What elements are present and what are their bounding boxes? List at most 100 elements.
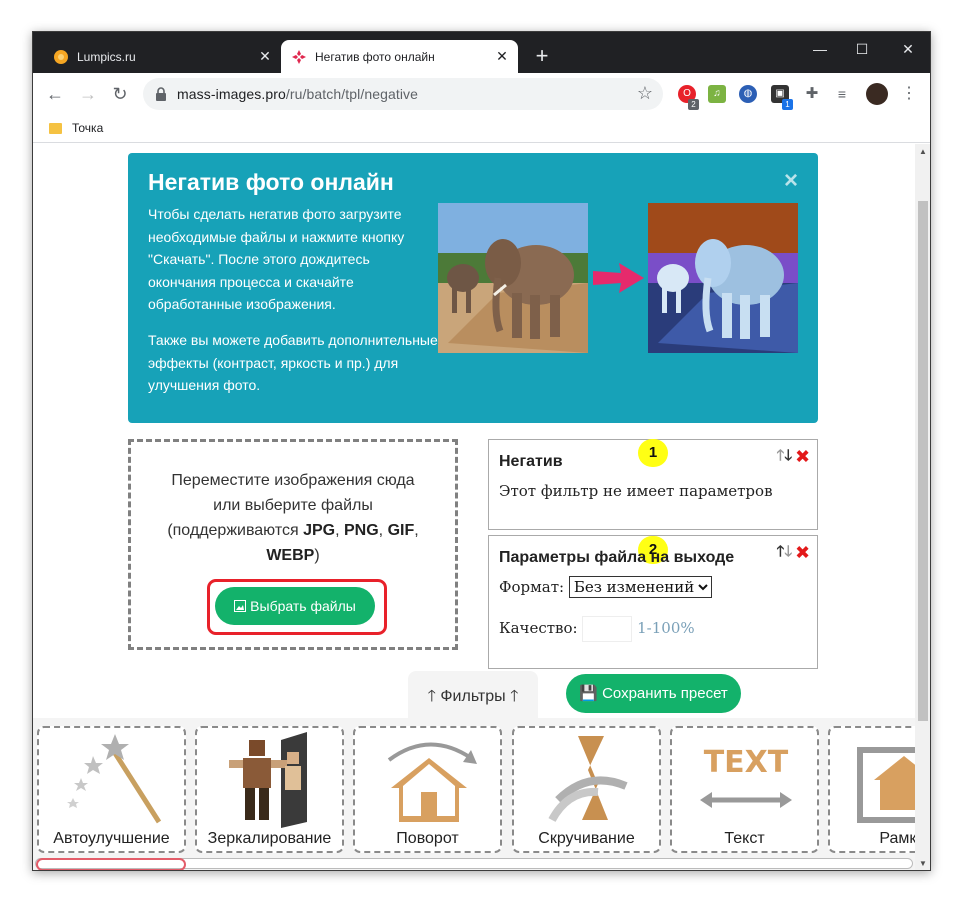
forward-icon[interactable]: →: [76, 82, 100, 106]
arrow-up-icon: 🡑: [427, 688, 436, 705]
media-control-icon[interactable]: ≡: [833, 85, 851, 103]
image-icon: [234, 600, 247, 612]
text-tool-icon: TEXT: [700, 745, 792, 808]
music-extension-icon[interactable]: ♫: [708, 85, 726, 103]
hero-description: Чтобы сделать негатив фото загрузите нео…: [148, 206, 405, 312]
upload-dropzone[interactable]: Переместите изображения сюда или выберит…: [128, 439, 458, 650]
extension-badge: 2: [688, 99, 699, 110]
format-select[interactable]: Без изменений: [568, 576, 712, 598]
close-banner-icon[interactable]: ×: [784, 167, 798, 195]
tab-negative[interactable]: Негатив фото онлайн ✕: [281, 40, 518, 73]
vertical-scrollbar[interactable]: ▲ ▼: [915, 144, 930, 870]
filter-controls: 🡑🡓 ✖: [777, 445, 810, 470]
folder-icon: [49, 122, 62, 134]
tool-autoenhance[interactable]: Автоулучшение: [37, 726, 186, 853]
remove-filter-icon[interactable]: ✖: [796, 447, 809, 464]
extension-badge: 1: [782, 99, 793, 110]
quality-input[interactable]: [582, 616, 633, 642]
filter-card-output: 2 🡑🡓 ✖ Параметры файла на выходе Формат:…: [488, 535, 818, 669]
close-tab-icon[interactable]: ✕: [257, 48, 273, 64]
format-gif: GIF: [387, 522, 415, 539]
bookmarks-bar: Точка: [33, 115, 930, 143]
maximize-icon[interactable]: ☐: [847, 38, 877, 60]
scrollbar-thumb-highlight[interactable]: [36, 858, 186, 870]
avatar[interactable]: [866, 83, 888, 105]
scrollbar-thumb[interactable]: [918, 201, 928, 721]
horizontal-scrollbar[interactable]: [33, 856, 915, 870]
lumpics-favicon-icon: [53, 49, 69, 65]
tool-text[interactable]: TEXT Текст: [670, 726, 819, 853]
format-row: Формат: Без изменений: [499, 576, 712, 598]
floppy-disk-icon: 💾: [579, 685, 598, 702]
formats-suffix: ): [314, 547, 320, 564]
reload-icon[interactable]: ↻: [108, 82, 132, 106]
tool-rotate[interactable]: Поворот: [353, 726, 502, 853]
tool-strip: Автоулучшение Зеркалирование Поворот Скр…: [33, 718, 915, 870]
bookmark-tochka[interactable]: Точка: [49, 121, 103, 135]
step-number: 1: [638, 439, 668, 467]
format-jpg: JPG: [303, 522, 336, 539]
format-png: PNG: [344, 522, 379, 539]
quality-hint: 1-100%: [637, 619, 695, 637]
bookmark-star-icon[interactable]: ☆: [637, 83, 653, 104]
filter-description: Этот фильтр не имеет параметров: [499, 482, 773, 500]
formats-prefix: (поддерживаются: [167, 522, 304, 539]
back-icon[interactable]: ←: [43, 82, 67, 106]
tool-label: Скручивание: [538, 830, 635, 847]
mass-images-favicon-icon: [291, 49, 307, 65]
move-down-icon[interactable]: 🡓: [784, 543, 792, 560]
move-down-icon[interactable]: 🡓: [784, 447, 792, 464]
tool-label: Автоулучшение: [53, 830, 170, 847]
rotate-house-icon: [387, 742, 477, 822]
magic-wand-icon: [67, 734, 162, 824]
negative-elephant-image: [648, 203, 798, 353]
filters-toggle[interactable]: 🡑 Фильтры 🡑: [408, 671, 538, 718]
highlight-frame: Выбрать файлы: [207, 579, 387, 635]
tool-label: Зеркалирование: [207, 830, 332, 847]
choose-files-button[interactable]: Выбрать файлы: [215, 587, 375, 625]
format-webp: WEBP: [266, 547, 315, 564]
globe-extension-icon[interactable]: ◍: [739, 85, 757, 103]
mirror-figure-icon: [229, 732, 307, 828]
minimize-icon[interactable]: —: [805, 38, 835, 60]
supported-formats-cont: WEBP): [151, 543, 435, 568]
hero-banner: Негатив фото онлайн × Чтобы сделать нега…: [128, 153, 818, 423]
scrollbar-track: [35, 858, 913, 870]
close-window-icon[interactable]: ✕: [893, 38, 923, 60]
remove-filter-icon[interactable]: ✖: [796, 543, 809, 560]
arrow-up-icon: 🡑: [510, 688, 519, 705]
address-bar[interactable]: mass-images.pro/ru/batch/tpl/negative ☆: [143, 78, 663, 110]
scroll-down-icon[interactable]: ▼: [918, 859, 928, 868]
upload-instructions: Переместите изображения сюда или выберит…: [151, 468, 435, 568]
format-label: Формат:: [499, 578, 565, 596]
tab-lumpics[interactable]: Lumpics.ru ✕: [43, 40, 281, 73]
filter-title: Параметры файла на выходе: [499, 549, 735, 566]
tool-twist[interactable]: Скручивание: [512, 726, 661, 853]
tab-title: Негатив фото онлайн: [315, 49, 435, 64]
tool-label: Поворот: [396, 830, 459, 847]
browser-window: Lumpics.ru ✕ Негатив фото онлайн ✕ + — ☐…: [32, 31, 931, 871]
filter-title: Негатив: [499, 453, 563, 470]
quality-row: Качество: 1-100%: [499, 616, 695, 642]
lock-icon: [156, 87, 166, 101]
scroll-up-icon[interactable]: ▲: [918, 147, 928, 156]
browser-toolbar: ← → ↻ mass-images.pro/ru/batch/tpl/negat…: [33, 73, 930, 115]
quality-label: Качество:: [499, 619, 578, 637]
svg-text:TEXT: TEXT: [704, 745, 789, 780]
upload-line1: Переместите изображения сюда: [171, 472, 415, 489]
menu-dots-icon[interactable]: ⋮: [900, 85, 918, 103]
url-text: mass-images.pro/ru/batch/tpl/negative: [177, 86, 419, 102]
supported-formats: (поддерживаются JPG, PNG, GIF,: [167, 522, 419, 539]
extensions-puzzle-icon[interactable]: ✚: [803, 85, 821, 103]
page-title: Негатив фото онлайн: [148, 169, 394, 195]
choose-files-label: Выбрать файлы: [250, 598, 356, 614]
tab-title: Lumpics.ru: [77, 49, 136, 64]
tool-frame[interactable]: Рамка: [828, 726, 915, 853]
new-tab-icon[interactable]: +: [531, 45, 553, 67]
tool-label: Рамка: [879, 830, 915, 847]
close-tab-icon[interactable]: ✕: [494, 48, 510, 64]
twist-icon: [548, 736, 628, 823]
frame-icon: [857, 747, 915, 823]
tool-mirror[interactable]: Зеркалирование: [195, 726, 344, 853]
save-preset-button[interactable]: 💾 Сохранить пресет: [566, 674, 741, 713]
